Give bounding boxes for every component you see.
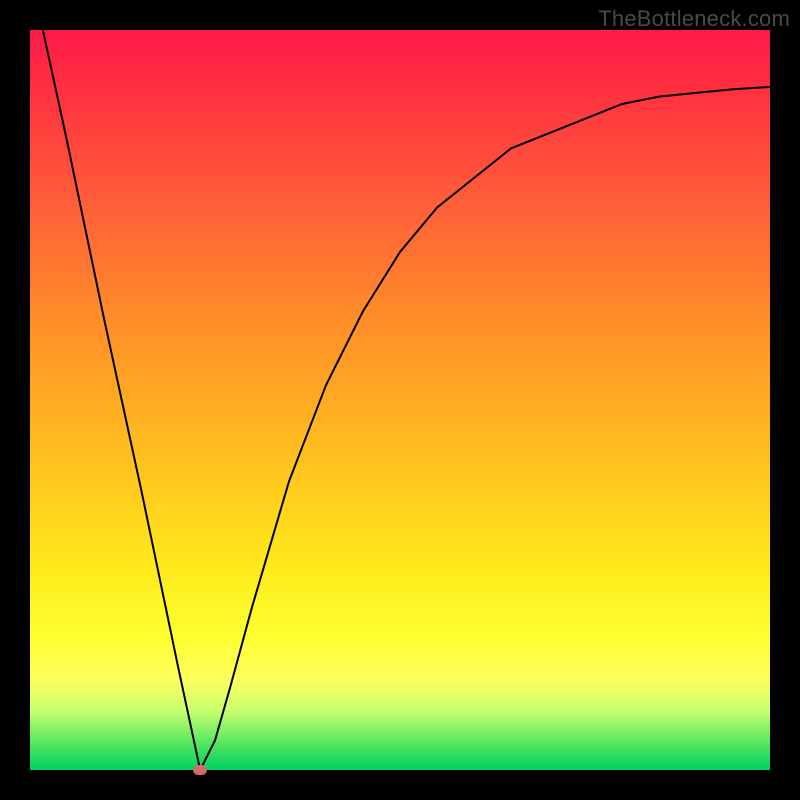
- minimum-point-marker: [193, 765, 207, 775]
- chart-plot-area: [30, 30, 770, 770]
- bottleneck-curve: [30, 30, 770, 770]
- watermark-text: TheBottleneck.com: [598, 6, 790, 32]
